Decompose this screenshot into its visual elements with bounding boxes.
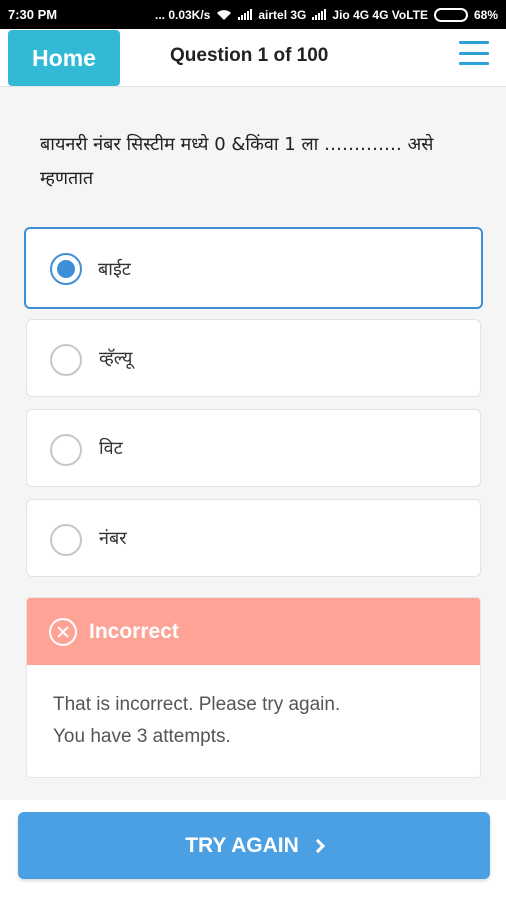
status-right: ... 0.03K/s airtel 3G Jio 4G 4G VoLTE 68… — [154, 7, 498, 22]
question-text: बायनरी नंबर सिस्टीम मध्ये 0 &किंवा 1 ला … — [40, 134, 434, 189]
status-time: 7:30 PM — [8, 7, 58, 22]
signal-icon — [238, 9, 253, 20]
network-speed: ... 0.03K/s — [154, 7, 211, 22]
option-1[interactable]: बाईट — [24, 227, 483, 309]
radio-selected-icon[interactable] — [50, 253, 82, 285]
carrier-1: airtel 3G — [258, 7, 307, 22]
home-button[interactable]: Home — [8, 30, 120, 86]
feedback-body: That is incorrect. Please try again. You… — [27, 665, 480, 753]
menu-icon[interactable] — [459, 41, 489, 65]
battery-icon — [433, 7, 468, 22]
status-bar: 7:30 PM ... 0.03K/s airtel 3G Jio 4G 4G … — [0, 0, 506, 29]
feedback-header: Incorrect — [27, 598, 480, 665]
radio-icon[interactable] — [50, 524, 82, 556]
carrier-2: Jio 4G 4G VoLTE — [332, 7, 428, 22]
option-label: व्हॅल्यू — [99, 348, 133, 369]
option-2[interactable]: व्हॅल्यू — [26, 319, 481, 397]
option-label: नंबर — [99, 528, 127, 549]
option-label: बाईट — [98, 259, 131, 280]
feedback-card: Incorrect That is incorrect. Please try … — [26, 597, 481, 778]
option-label: विट — [99, 438, 123, 459]
wifi-icon — [217, 9, 232, 20]
try-again-label: TRY AGAIN — [185, 833, 299, 857]
feedback-attempts: You have 3 attempts. — [53, 726, 231, 747]
option-3[interactable]: विट — [26, 409, 481, 487]
radio-icon[interactable] — [50, 344, 82, 376]
page-title: Question 1 of 100 — [170, 45, 329, 66]
try-again-button[interactable]: TRY AGAIN — [18, 812, 490, 879]
feedback-message: That is incorrect. Please try again. — [53, 694, 341, 715]
close-circle-icon — [49, 617, 77, 646]
chevron-right-icon — [310, 838, 325, 853]
battery-level: 68% — [473, 7, 498, 22]
app-header: Home Question 1 of 100 — [0, 29, 506, 87]
option-4[interactable]: नंबर — [26, 499, 481, 577]
signal-icon — [312, 9, 327, 20]
feedback-title: Incorrect — [89, 619, 179, 643]
radio-icon[interactable] — [50, 434, 82, 466]
